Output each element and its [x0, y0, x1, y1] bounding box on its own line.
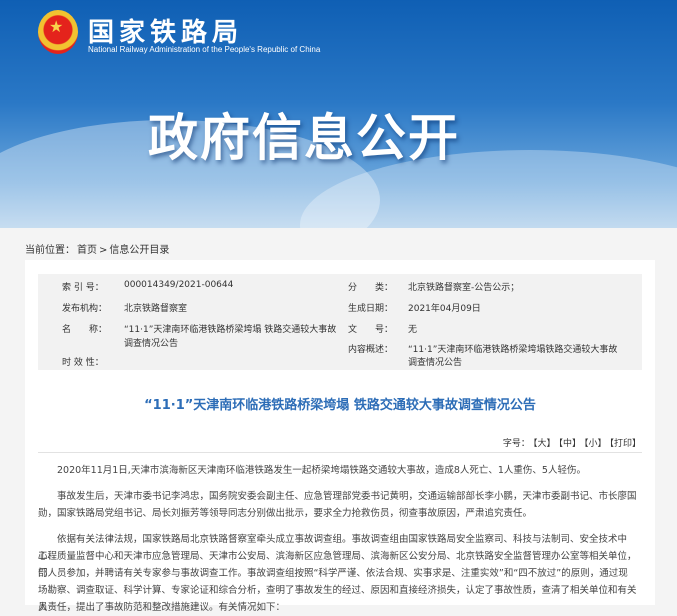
divider — [38, 452, 642, 453]
font-large-button[interactable]: 【大】 — [533, 439, 556, 449]
article-paragraph-2-line-2: 勋，国家铁路局党组书记、局长刘振芳等领导同志分别做出批示，要求全力抢救伤员，彻查… — [38, 508, 533, 519]
site-name[interactable]: 国家铁路局 — [88, 12, 243, 49]
index-value: 000014349/2021-00644 — [124, 280, 234, 290]
national-emblem-icon: ★ — [38, 10, 78, 54]
metadata-table: 索 引 号： 000014349/2021-00644 分 类： 北京铁路督察室… — [38, 274, 642, 370]
publisher-label: 发布机构： — [62, 304, 108, 314]
header-banner: ★ 国家铁路局 National Railway Administration … — [0, 0, 677, 228]
article-paragraph-2-line-1: 事故发生后，天津市委书记李鸿忠，国务院安委会副主任、应急管理部党委书记黄明，交通… — [57, 491, 637, 502]
docno-label: 文 号： — [348, 325, 394, 335]
name-value-line2: 调查情况公告 — [124, 339, 179, 349]
article-paragraph-3-line-3: 门人员参加，并聘请有关专家参与事故调查工作。事故调查组按照“科学严谨、依法合规、… — [38, 568, 628, 579]
breadcrumb-separator: > — [99, 245, 108, 256]
breadcrumb-current-link[interactable]: 信息公开目录 — [109, 245, 169, 256]
article-paragraph-1: 2020年11月1日,天津市滨海新区天津南环临港铁路发生一起桥梁垮塌铁路交通较大… — [57, 465, 586, 476]
docno-value: 无 — [408, 325, 418, 335]
category-value: 北京铁路督察室-公告公示； — [408, 283, 520, 293]
name-value-line1: “11·1”天津南环临港铁路桥梁垮塌 铁路交通较大事故 — [124, 325, 337, 335]
summary-label: 内容概述： — [348, 345, 394, 355]
publisher-value: 北京铁路督察室 — [124, 304, 188, 314]
date-label: 生成日期： — [348, 304, 394, 314]
print-button[interactable]: 【打印】 — [609, 439, 641, 449]
font-small-button[interactable]: 【小】 — [584, 439, 607, 449]
index-label: 索 引 号： — [62, 283, 104, 293]
category-label: 分 类： — [348, 283, 394, 293]
font-size-label: 字号： — [502, 439, 530, 449]
breadcrumb: 当前位置： 首页 > 信息公开目录 — [25, 241, 171, 256]
content-panel: 索 引 号： 000014349/2021-00644 分 类： 北京铁路督察室… — [25, 260, 655, 613]
article-title: “11·1”天津南环临港铁路桥梁垮塌 铁路交通较大事故调查情况公告 — [144, 398, 536, 413]
article-paragraph-3-line-5: 员责任，提出了事故防范和整改措施建议。有关情况如下： — [38, 602, 286, 613]
date-value: 2021年04月09日 — [408, 304, 481, 314]
breadcrumb-home-link[interactable]: 首页 — [77, 245, 97, 256]
site-subtitle: National Railway Administration of the P… — [88, 45, 321, 54]
name-label: 名 称： — [62, 325, 108, 335]
font-medium-button[interactable]: 【中】 — [558, 439, 581, 449]
summary-value-line1: “11·1”天津南环临港铁路桥梁垮塌铁路交通较大事故 — [408, 345, 618, 355]
summary-value-line2: 调查情况公告 — [408, 358, 463, 368]
banner-title: 政府信息公开 — [148, 109, 460, 167]
validity-label: 时 效 性： — [62, 358, 104, 368]
font-size-toolbar: 字号： 【大】 【中】 【小】 【打印】 — [503, 436, 641, 449]
breadcrumb-prefix: 当前位置： — [25, 245, 75, 256]
